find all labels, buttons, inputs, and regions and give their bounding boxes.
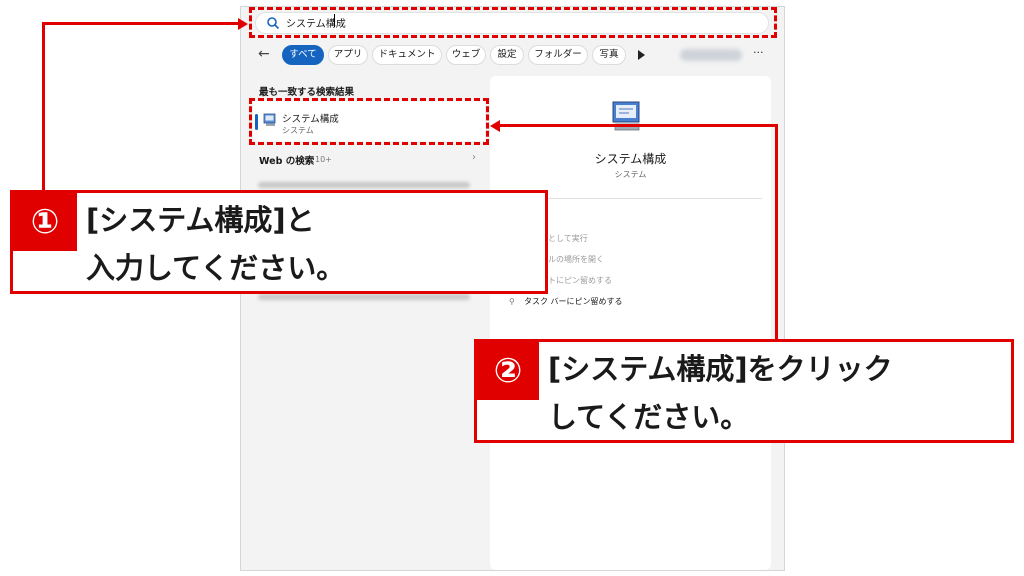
web-result-blurred[interactable] [258,294,470,300]
action-pin-to-taskbar[interactable]: ⚲ タスク バーにピン留めする [509,296,623,307]
tab-all[interactable]: すべて [282,45,324,65]
detail-app-name: システム構成 [594,152,667,166]
blurred-account [680,49,742,61]
tab-web[interactable]: ウェブ [446,45,486,65]
pin-icon: ⚲ [509,297,515,306]
back-arrow-icon[interactable]: ← [258,46,270,62]
tab-settings[interactable]: 設定 [490,45,524,65]
instruction-text-2: [システム構成]をクリック [548,352,893,386]
step-badge-1: ① [13,193,77,251]
web-result-blurred[interactable] [258,182,470,188]
callout2-connector [775,124,778,340]
instruction-text-2b: してください。 [548,400,750,434]
instruction-text-1: [システム構成]と [86,203,315,237]
instruction-text-1b: 入力してください。 [86,251,346,285]
tab-documents[interactable]: ドキュメント [372,45,442,65]
web-search-count: 10+ [315,155,332,164]
search-box-highlight [249,7,777,38]
tab-photos[interactable]: 写真 [592,45,626,65]
tab-folders[interactable]: フォルダー [528,45,588,65]
best-match-title: 最も一致する検索結果 [259,87,355,98]
chevron-right-icon[interactable]: › [472,152,476,163]
more-options-icon[interactable]: ··· [753,46,764,59]
callout2-connector [500,124,778,127]
system-config-icon [612,101,640,131]
arrowhead-icon [238,18,248,30]
step-badge-2: ② [477,342,539,400]
callout1-connector [42,23,45,191]
tab-apps[interactable]: アプリ [328,45,368,65]
action-label: タスク バーにピン留めする [524,297,623,306]
more-filters-icon[interactable] [638,50,645,60]
callout1-connector [42,22,238,25]
detail-app-type: システム [614,170,647,179]
web-search-title: Web の検索 [259,156,315,167]
result-highlight [249,98,489,145]
arrowhead-icon [490,120,500,132]
